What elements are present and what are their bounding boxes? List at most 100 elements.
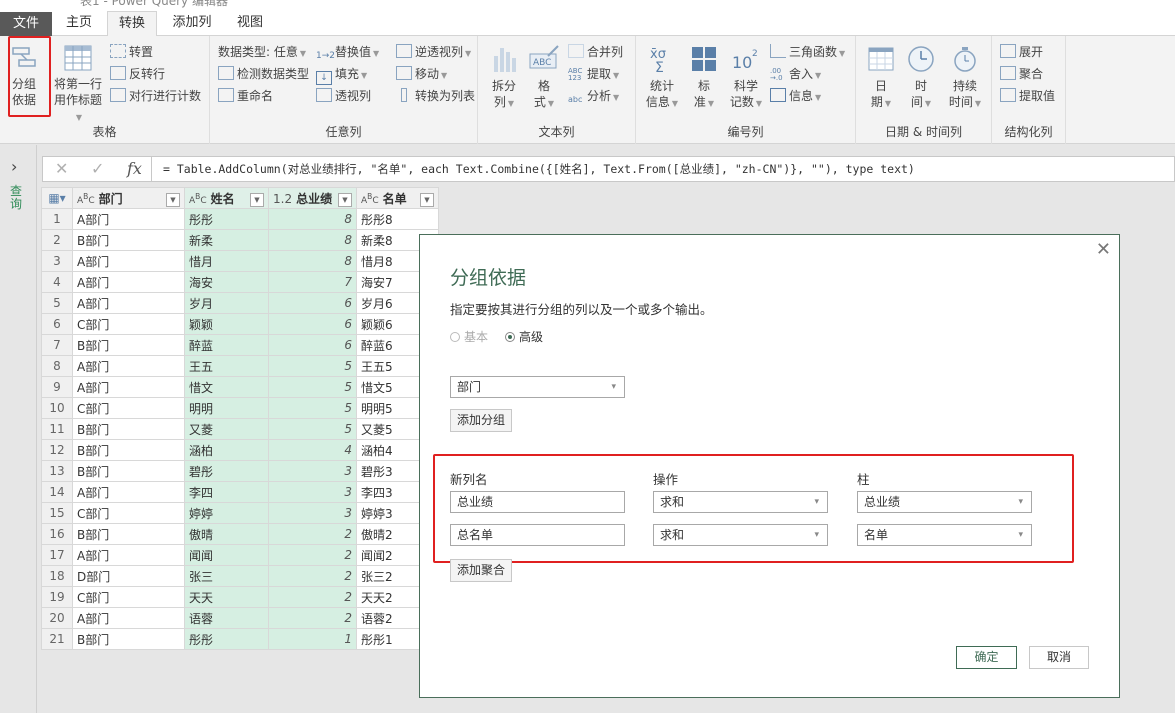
cell-dept[interactable]: B部门: [72, 628, 185, 650]
row-number[interactable]: 18: [41, 565, 73, 587]
statistics-button[interactable]: x̄σ Σ 统计 信息 ▼: [642, 44, 682, 112]
row-number[interactable]: 7: [41, 334, 73, 356]
row-number[interactable]: 17: [41, 544, 73, 566]
cell-dept[interactable]: C部门: [72, 313, 185, 335]
cell-name[interactable]: 彤彤: [184, 628, 269, 650]
radio-advanced[interactable]: 高级: [505, 328, 543, 345]
cell-dept[interactable]: A部门: [72, 208, 185, 230]
check-icon[interactable]: ✓: [91, 159, 104, 178]
row-number[interactable]: 4: [41, 271, 73, 293]
row-number[interactable]: 14: [41, 481, 73, 503]
cell-dept[interactable]: B部门: [72, 334, 185, 356]
column-select[interactable]: 总业绩: [857, 491, 1032, 513]
close-icon[interactable]: ✕: [1096, 239, 1111, 260]
date-button[interactable]: 日 期 ▼: [864, 44, 898, 112]
row-number[interactable]: 20: [41, 607, 73, 629]
operation-select[interactable]: 求和: [653, 524, 828, 546]
tab-home[interactable]: 主页: [58, 11, 100, 37]
transpose-button[interactable]: 转置: [110, 42, 153, 62]
cell-dept[interactable]: A部门: [72, 376, 185, 398]
group-column-select[interactable]: 部门: [450, 376, 625, 398]
cell-total[interactable]: 5: [268, 355, 357, 377]
cell-name[interactable]: 王五: [184, 355, 269, 377]
duration-button[interactable]: 持续 时间 ▼: [944, 44, 986, 112]
cell-dept[interactable]: D部门: [72, 565, 185, 587]
rename-button[interactable]: 重命名: [218, 86, 273, 106]
trig-button[interactable]: 三角函数 ▼: [770, 42, 845, 62]
operation-select[interactable]: 求和: [653, 491, 828, 513]
cell-total[interactable]: 1: [268, 628, 357, 650]
cell-name[interactable]: 岁月: [184, 292, 269, 314]
cell-dept[interactable]: B部门: [72, 439, 185, 461]
add-group-button[interactable]: 添加分组: [450, 409, 512, 432]
cell-name[interactable]: 海安: [184, 271, 269, 293]
filter-dropdown-icon[interactable]: ▼: [420, 192, 434, 207]
unpivot-button[interactable]: 逆透视列 ▼: [396, 42, 471, 62]
cell-total[interactable]: 4: [268, 439, 357, 461]
cancel-button[interactable]: 取消: [1029, 646, 1089, 669]
tab-view[interactable]: 视图: [228, 11, 272, 37]
detect-type-button[interactable]: 检测数据类型: [218, 64, 309, 84]
fill-button[interactable]: ↓ 填充 ▼: [316, 64, 367, 85]
cell-dept[interactable]: A部门: [72, 250, 185, 272]
cell-dept[interactable]: A部门: [72, 271, 185, 293]
reverse-rows-button[interactable]: 反转行: [110, 64, 165, 84]
cell-name[interactable]: 醉蓝: [184, 334, 269, 356]
rounding-button[interactable]: .00 →.0 舍入 ▼: [770, 64, 821, 84]
expand-button[interactable]: 展开: [1000, 42, 1043, 62]
cell-dept[interactable]: A部门: [72, 355, 185, 377]
text-type-icon[interactable]: ABC: [361, 192, 379, 206]
cell-total[interactable]: 8: [268, 208, 357, 230]
row-number[interactable]: 21: [41, 628, 73, 650]
cell-name[interactable]: 张三: [184, 565, 269, 587]
format-button[interactable]: ABC 格 式 ▼: [526, 44, 562, 112]
row-number[interactable]: 1: [41, 208, 73, 230]
scientific-button[interactable]: 10 2 科学 记数 ▼: [726, 44, 766, 112]
cell-dept[interactable]: C部门: [72, 397, 185, 419]
aggregate-button[interactable]: 聚合: [1000, 64, 1043, 84]
pivot-button[interactable]: 透视列: [316, 86, 371, 106]
cell-dept[interactable]: C部门: [72, 586, 185, 608]
cell-dept[interactable]: B部门: [72, 229, 185, 251]
row-number[interactable]: 11: [41, 418, 73, 440]
cell-total[interactable]: 2: [268, 607, 357, 629]
cell-dept[interactable]: C部门: [72, 502, 185, 524]
filter-dropdown-icon[interactable]: ▼: [166, 192, 180, 207]
cell-total[interactable]: 2: [268, 544, 357, 566]
parse-button[interactable]: abc 分析 ▼: [568, 86, 619, 106]
cell-total[interactable]: 6: [268, 292, 357, 314]
data-type-dropdown[interactable]: 数据类型: 任意 ▼: [218, 42, 306, 62]
row-number[interactable]: 3: [41, 250, 73, 272]
cell-name[interactable]: 惜文: [184, 376, 269, 398]
column-header-list[interactable]: ABC 名单 ▼: [356, 187, 439, 209]
tab-transform[interactable]: 转换: [107, 11, 157, 37]
row-number[interactable]: 16: [41, 523, 73, 545]
column-header-name[interactable]: ABC 姓名 ▼: [184, 187, 269, 209]
split-column-button[interactable]: 拆分 列 ▼: [486, 44, 522, 112]
row-number[interactable]: 19: [41, 586, 73, 608]
cell-total[interactable]: 6: [268, 313, 357, 335]
cell-dept[interactable]: B部门: [72, 418, 185, 440]
new-column-name-input[interactable]: 总名单: [450, 524, 625, 546]
text-type-icon[interactable]: ABC: [77, 192, 95, 206]
replace-values-button[interactable]: 1→2替换值 ▼: [316, 42, 379, 62]
cell-total[interactable]: 5: [268, 397, 357, 419]
cell-name[interactable]: 新柔: [184, 229, 269, 251]
cell-total[interactable]: 5: [268, 376, 357, 398]
chevron-right-icon[interactable]: ›: [11, 157, 17, 176]
cell-name[interactable]: 惜月: [184, 250, 269, 272]
cell-name[interactable]: 闻闻: [184, 544, 269, 566]
cell-name[interactable]: 彤彤: [184, 208, 269, 230]
column-select[interactable]: 名单: [857, 524, 1032, 546]
row-number[interactable]: 6: [41, 313, 73, 335]
tab-file[interactable]: 文件: [0, 12, 52, 36]
column-header-dept[interactable]: ABC 部门 ▼: [72, 187, 185, 209]
cell-name[interactable]: 颖颖: [184, 313, 269, 335]
cell-name[interactable]: 涵柏: [184, 439, 269, 461]
row-number[interactable]: 5: [41, 292, 73, 314]
row-number[interactable]: 8: [41, 355, 73, 377]
standard-button[interactable]: 标 准 ▼: [686, 44, 722, 112]
cell-total[interactable]: 2: [268, 586, 357, 608]
row-number[interactable]: 9: [41, 376, 73, 398]
cell-total[interactable]: 5: [268, 418, 357, 440]
